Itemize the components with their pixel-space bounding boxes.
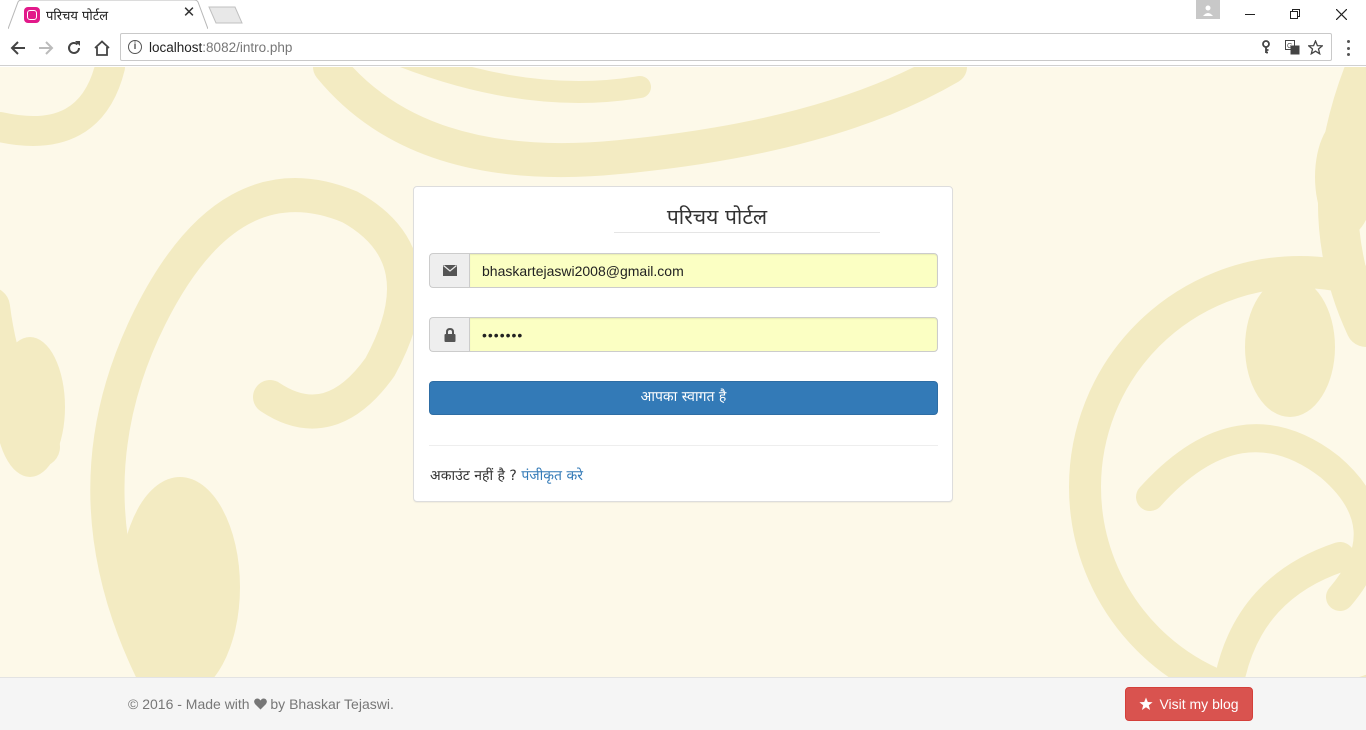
register-link[interactable]: पंजीकृत करे <box>521 468 583 484</box>
key-icon[interactable] <box>1258 39 1274 55</box>
url-text: localhost:8082/intro.php <box>149 40 292 55</box>
signup-prompt: अकाउंट नहीं है ? पंजीकृत करे <box>430 466 583 485</box>
close-window-button[interactable] <box>1318 0 1364 28</box>
url-path: :8082/intro.php <box>202 40 293 55</box>
browser-tab[interactable]: परिचय पोर्टल ✕ <box>8 0 208 29</box>
email-input-group <box>429 253 938 288</box>
bookmark-star-icon[interactable] <box>1307 39 1323 55</box>
minimize-button[interactable] <box>1227 0 1273 28</box>
minimize-icon <box>1245 14 1255 15</box>
address-bar[interactable]: i localhost:8082/intro.php G <box>120 33 1332 61</box>
reload-button[interactable] <box>63 37 85 59</box>
restore-icon <box>1290 9 1300 19</box>
back-button[interactable] <box>7 37 29 59</box>
home-button[interactable] <box>91 37 113 59</box>
forward-button[interactable] <box>35 37 57 59</box>
new-tab-button[interactable] <box>208 6 244 24</box>
back-arrow-icon <box>10 41 25 55</box>
home-icon <box>94 40 110 56</box>
reload-icon <box>68 41 80 54</box>
heart-icon <box>253 698 267 710</box>
page-background: परिचय पोर्टल आपका स्वागत है अकाउंट नहीं … <box>0 67 1366 677</box>
tab-title: परिचय पोर्टल <box>46 9 109 24</box>
password-input-group <box>429 317 938 352</box>
site-info-icon[interactable]: i <box>128 40 142 54</box>
tab-close-icon[interactable]: ✕ <box>181 5 197 21</box>
svg-text:G: G <box>1287 43 1292 50</box>
profile-icon[interactable] <box>1196 0 1220 19</box>
envelope-icon <box>429 253 469 288</box>
visit-blog-label: Visit my blog <box>1159 696 1239 712</box>
footer-copyright: © 2016 - Made with by Bhaskar Tejaswi. <box>128 696 394 712</box>
password-field[interactable] <box>469 317 938 352</box>
login-panel: परिचय पोर्टल आपका स्वागत है अकाउंट नहीं … <box>413 186 953 502</box>
star-icon <box>1139 697 1154 710</box>
footer: © 2016 - Made with by Bhaskar Tejaswi. V… <box>0 677 1366 730</box>
restore-button[interactable] <box>1272 0 1318 28</box>
lock-icon <box>429 317 469 352</box>
copyright-suffix: by Bhaskar Tejaswi. <box>270 696 394 712</box>
browser-menu-icon[interactable] <box>1340 38 1356 58</box>
url-host: localhost <box>149 40 203 55</box>
visit-blog-button[interactable]: Visit my blog <box>1125 687 1253 721</box>
email-field[interactable] <box>469 253 938 288</box>
divider <box>429 445 938 446</box>
tab-strip: परिचय पोर्टल ✕ <box>0 0 1366 29</box>
translate-icon[interactable]: G <box>1284 39 1300 55</box>
no-account-text: अकाउंट नहीं है ? <box>430 468 517 484</box>
page-title: परिचय पोर्टल <box>614 203 880 233</box>
login-submit-button[interactable]: आपका स्वागत है <box>429 381 938 415</box>
browser-toolbar: i localhost:8082/intro.php G <box>0 29 1366 66</box>
site-favicon-icon <box>24 7 40 23</box>
copyright-prefix: © 2016 - Made with <box>128 696 250 712</box>
forward-arrow-icon <box>39 41 54 55</box>
close-icon <box>1335 8 1347 20</box>
